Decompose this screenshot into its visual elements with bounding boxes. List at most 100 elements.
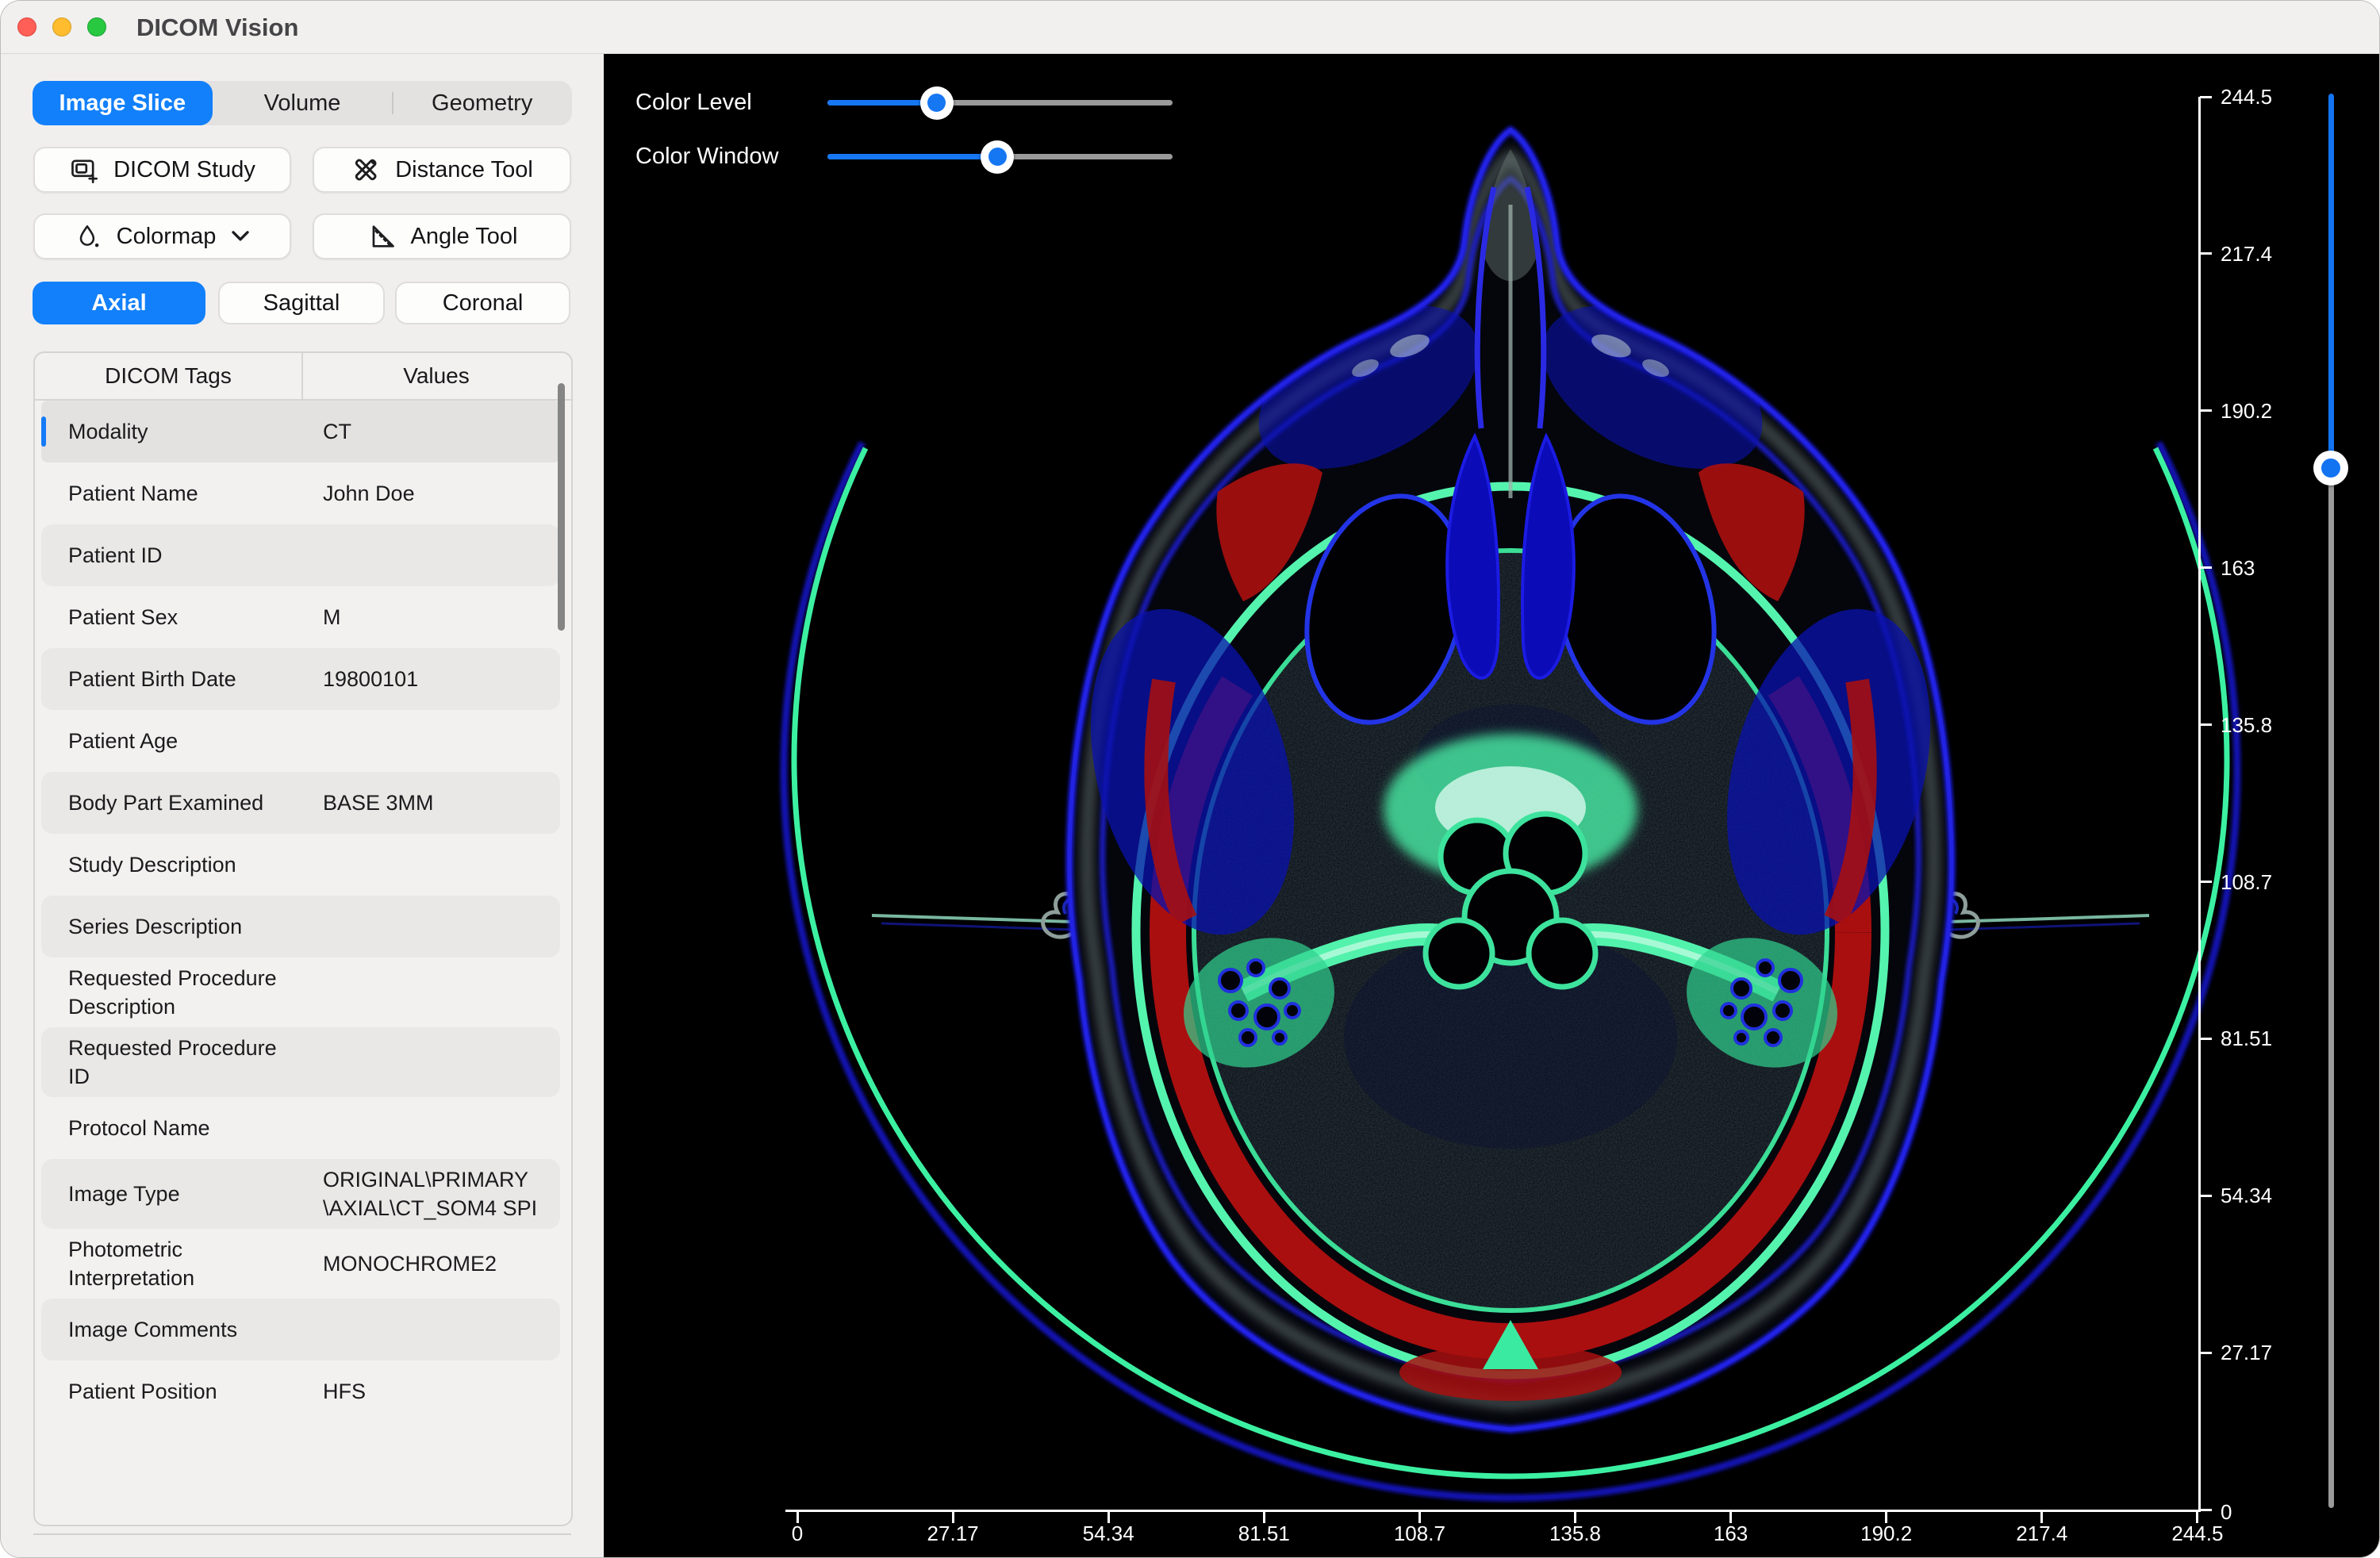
angle-tool-icon: [367, 221, 397, 251]
y-axis-tick: [2200, 252, 2212, 255]
window-title: DICOM Vision: [136, 13, 298, 42]
table-row[interactable]: Requested Procedure Description: [41, 957, 560, 1027]
dicom-study-icon: [69, 155, 99, 185]
x-axis-tick-label: 81.51: [1216, 1522, 1311, 1546]
tag-cell: Requested Procedure ID: [57, 1034, 323, 1091]
tag-cell: Patient Sex: [57, 603, 323, 631]
colormap-label: Colormap: [117, 224, 217, 250]
colormap-icon: [74, 222, 102, 251]
slice-slider-track-filled[interactable]: [2328, 94, 2334, 468]
maximize-button-icon[interactable]: [87, 17, 106, 36]
tag-cell: Patient Age: [57, 727, 323, 755]
y-axis-tick: [2200, 881, 2212, 883]
tab-image-slice[interactable]: Image Slice: [33, 81, 213, 125]
x-axis-tick-label: 163: [1683, 1522, 1779, 1546]
table-row[interactable]: Patient ID: [41, 524, 560, 586]
color-level-slider-handle[interactable]: [920, 86, 954, 120]
color-level-slider[interactable]: [827, 100, 1173, 106]
x-axis-tick-label: 135.8: [1528, 1522, 1623, 1546]
close-button-icon[interactable]: [17, 17, 36, 36]
value-cell: ORIGINAL\PRIMARY\AXIAL\CT_SOM4 SPI: [323, 1165, 560, 1222]
y-axis-tick: [2200, 1038, 2212, 1040]
dicom-study-label: DICOM Study: [113, 157, 255, 183]
tag-cell: Photometric Interpretation: [57, 1235, 323, 1292]
app-window: DICOM Vision Image Slice Volume Geometry…: [0, 0, 2380, 1558]
tab-volume[interactable]: Volume: [213, 81, 393, 125]
y-axis-tick-label: 135.8: [2221, 713, 2272, 737]
table-row[interactable]: Photometric InterpretationMONOCHROME2: [41, 1229, 560, 1299]
tab-divider: [392, 92, 393, 114]
view-button-sagittal[interactable]: Sagittal: [218, 282, 385, 324]
minimize-button-icon[interactable]: [52, 17, 71, 36]
slice-slider-handle[interactable]: [2313, 451, 2348, 485]
tab-geometry[interactable]: Geometry: [392, 81, 572, 125]
image-viewer[interactable]: Color Level Color Window 0 27.17 54.34 81.5…: [604, 54, 2380, 1558]
y-axis-tick-label: 108.7: [2221, 870, 2272, 894]
table-row[interactable]: Patient Age: [41, 710, 560, 772]
column-header-dicom-tags: DICOM Tags: [35, 353, 301, 399]
table-row[interactable]: Image Comments: [41, 1299, 560, 1360]
y-axis: [2198, 97, 2201, 1512]
value-cell: 19800101: [323, 665, 560, 693]
dicom-study-button[interactable]: DICOM Study: [33, 147, 291, 193]
table-row[interactable]: Patient PositionHFS: [41, 1360, 560, 1422]
x-axis-tick-label: 244.5: [2150, 1522, 2245, 1546]
distance-tool-button[interactable]: Distance Tool: [313, 147, 571, 193]
table-row[interactable]: Study Description: [41, 834, 560, 896]
view-button-coronal[interactable]: Coronal: [395, 282, 570, 324]
table-scrollbar[interactable]: [558, 383, 565, 631]
y-axis-tick-label: 217.4: [2221, 242, 2272, 266]
y-axis-tick-label: 81.51: [2221, 1027, 2272, 1050]
y-axis-tick-label: 0: [2221, 1500, 2232, 1524]
value-cell: BASE 3MM: [323, 789, 560, 817]
table-row[interactable]: Series Description: [41, 896, 560, 957]
y-axis-tick: [2200, 409, 2212, 412]
x-axis: [785, 1510, 2200, 1512]
table-row[interactable]: Image TypeORIGINAL\PRIMARY\AXIAL\CT_SOM4…: [41, 1159, 560, 1229]
color-level-label: Color Level: [635, 86, 752, 118]
tag-cell: Patient Position: [57, 1377, 323, 1406]
y-axis-tick-label: 163: [2221, 556, 2255, 580]
view-button-axial[interactable]: Axial: [33, 282, 205, 324]
selected-row-accent: [41, 416, 46, 447]
y-axis-tick-label: 27.17: [2221, 1341, 2272, 1364]
tag-cell: Patient Name: [57, 479, 323, 508]
colormap-button[interactable]: Colormap: [33, 213, 291, 259]
slice-slider-track[interactable]: [2328, 468, 2334, 1508]
table-row[interactable]: Patient SexM: [41, 586, 560, 648]
table-row[interactable]: Body Part ExaminedBASE 3MM: [41, 772, 560, 834]
angle-tool-button[interactable]: Angle Tool: [313, 213, 571, 259]
ct-axial-slice-image: [604, 54, 2380, 1558]
screen: DICOM Vision Image Slice Volume Geometry…: [0, 0, 2380, 1558]
value-cell: M: [323, 603, 560, 631]
y-axis-tick: [2200, 1509, 2212, 1511]
value-cell: MONOCHROME2: [323, 1249, 560, 1278]
mode-tabs: Image Slice Volume Geometry: [33, 81, 572, 125]
table-header: DICOM Tags Values: [35, 353, 571, 401]
tag-cell: Image Type: [57, 1180, 323, 1208]
x-axis-tick-label: 54.34: [1061, 1522, 1156, 1546]
table-row[interactable]: Protocol Name: [41, 1097, 560, 1159]
chevron-down-icon: [230, 229, 251, 244]
tag-cell: Body Part Examined: [57, 789, 323, 817]
column-header-values: Values: [301, 353, 571, 399]
table-row[interactable]: Patient NameJohn Doe: [41, 462, 560, 524]
y-axis-tick: [2200, 1352, 2212, 1354]
y-axis-tick-label: 190.2: [2221, 399, 2272, 423]
value-cell: HFS: [323, 1377, 560, 1406]
tag-cell: Study Description: [57, 850, 323, 879]
color-window-slider-handle[interactable]: [981, 140, 1014, 174]
value-cell: CT: [323, 417, 560, 446]
tag-cell: Series Description: [57, 912, 323, 941]
color-window-label: Color Window: [635, 140, 779, 172]
angle-tool-label: Angle Tool: [411, 224, 518, 250]
y-axis-tick-label: 54.34: [2221, 1184, 2272, 1207]
tag-cell: Patient Birth Date: [57, 665, 323, 693]
x-axis-tick-label: 0: [750, 1522, 845, 1546]
table-row[interactable]: Requested Procedure ID: [41, 1027, 560, 1097]
y-axis-tick: [2200, 96, 2212, 98]
color-window-slider[interactable]: [827, 154, 1173, 159]
table-row[interactable]: ModalityCT: [41, 401, 560, 462]
table-row[interactable]: Patient Birth Date19800101: [41, 648, 560, 710]
y-axis-tick: [2200, 723, 2212, 726]
